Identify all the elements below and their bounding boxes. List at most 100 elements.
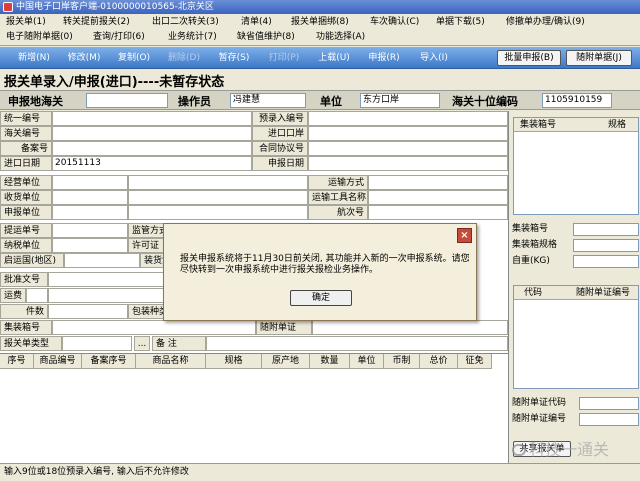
col-commodity-code: 商品编号 — [34, 354, 82, 369]
rp-container-no-input[interactable] — [573, 223, 639, 236]
print-button[interactable]: 打印(P) — [264, 51, 304, 65]
pieces-input[interactable] — [48, 304, 128, 319]
customs-no-input[interactable] — [52, 126, 252, 141]
contract-no-label: 合同协议号 — [252, 141, 308, 156]
menu-bar: 报关单(1) 转关提前报关(2) 出口二次转关(3) 清单(4) 报关单捆绑(8… — [0, 14, 640, 46]
voyage-no-input[interactable] — [368, 205, 508, 220]
unit-field: 东方口岸 — [360, 93, 440, 108]
unified-no-input[interactable] — [52, 111, 252, 126]
import-date-label: 进口日期 — [0, 156, 52, 171]
rp-container-spec-input[interactable] — [573, 239, 639, 252]
upload-button[interactable]: 上载(U) — [314, 51, 354, 65]
declare-button[interactable]: 申报(R) — [364, 51, 404, 65]
remark-label: 备 注 — [152, 336, 206, 351]
window-title: 中国电子口岸客户端-0100000010565-北京关区 — [16, 2, 214, 12]
rp-self-weight-input[interactable] — [573, 255, 639, 268]
attached-doc-input[interactable] — [312, 320, 508, 335]
menu-electronic-docs[interactable]: 电子随附单据(0) — [6, 30, 73, 45]
import-date-input[interactable]: 20151113 — [52, 156, 252, 171]
freight-input[interactable] — [48, 288, 164, 303]
toolbar: 新增(N) 修改(M) 复制(O) 删除(D) 暂存(S) 打印(P) 上载(U… — [0, 47, 640, 69]
menu-query-print[interactable]: 查询/打印(6) — [93, 30, 145, 45]
origin-country-input[interactable] — [64, 253, 140, 268]
rp-doc-code-input[interactable] — [579, 397, 639, 410]
menu-statistics[interactable]: 业务统计(7) — [168, 30, 217, 45]
bill-no-input[interactable] — [52, 223, 128, 238]
operator-field: 冯建慧 — [230, 93, 306, 108]
entry-port-label: 进口口岸 — [252, 126, 308, 141]
col-seq: 序号 — [0, 354, 34, 369]
col-container-spec: 规格 — [574, 118, 638, 132]
taxpayer-unit-label: 纳税单位 — [0, 238, 52, 253]
right-panel: 集装箱号 规格 集装箱号 集装箱规格 自重(KG) 代码 随附单证编号 随附单证… — [508, 111, 640, 481]
consignee-unit-name[interactable] — [128, 190, 308, 205]
taxpayer-unit-input[interactable] — [52, 238, 128, 253]
operating-unit-code[interactable] — [52, 175, 128, 190]
remark-input[interactable] — [206, 336, 508, 351]
menu-list[interactable]: 清单(4) — [241, 15, 272, 30]
batch-declare-button[interactable]: 批量申报(B) — [497, 50, 561, 66]
menu-function-select[interactable]: 功能选择(A) — [316, 30, 365, 45]
delete-button[interactable]: 删除(D) — [164, 51, 204, 65]
menu-vehicle-confirm[interactable]: 车次确认(C) — [370, 15, 419, 30]
declare-date-input[interactable] — [308, 156, 508, 171]
ok-button[interactable]: 确定 — [290, 290, 352, 306]
approval-no-input[interactable] — [48, 272, 164, 287]
operating-unit-name[interactable] — [128, 175, 308, 190]
container-no-input[interactable] — [52, 320, 256, 335]
freight-type[interactable] — [26, 288, 48, 303]
container-list[interactable]: 集装箱号 规格 — [513, 117, 639, 215]
form-type-select[interactable] — [62, 336, 132, 351]
attached-doc-list[interactable]: 代码 随附单证编号 — [513, 285, 639, 389]
rp-doc-no-input[interactable] — [579, 413, 639, 426]
declare-unit-label: 申报单位 — [0, 205, 52, 220]
transport-mode-input[interactable] — [368, 175, 508, 190]
declare-unit-name[interactable] — [128, 205, 308, 220]
rp-doc-no-label: 随附单证编号 — [512, 414, 567, 424]
window-title-bar: 中国电子口岸客户端-0100000010565-北京关区 — [0, 0, 640, 14]
edit-button[interactable]: 修改(M) — [64, 51, 104, 65]
attached-docs-button[interactable]: 随附单据(J) — [566, 50, 632, 66]
col-origin: 原产地 — [262, 354, 310, 369]
menu-bundle[interactable]: 报关单捆绑(8) — [291, 15, 349, 30]
declare-unit-code[interactable] — [52, 205, 128, 220]
col-container-no: 集装箱号 — [514, 118, 574, 132]
menu-transit-advance[interactable]: 转关提前报关(2) — [63, 15, 130, 30]
menu-defaults[interactable]: 缺省值维护(8) — [237, 30, 295, 45]
save-draft-button[interactable]: 暂存(S) — [214, 51, 254, 65]
col-spec: 规格 — [206, 354, 262, 369]
bill-no-label: 提运单号 — [0, 223, 52, 238]
container-no-label: 集装箱号 — [0, 320, 52, 335]
operator-label: 操作员 — [178, 95, 211, 108]
pre-entry-no-label: 预录入编号 — [252, 111, 308, 126]
menu-document-download[interactable]: 单据下载(5) — [436, 15, 485, 30]
code-field: 1105910159 — [542, 93, 612, 108]
col-doc-code: 代码 — [514, 286, 566, 300]
form-type-ellipsis-button[interactable]: ... — [134, 336, 150, 351]
close-icon[interactable]: × — [457, 228, 472, 243]
col-commodity-name: 商品名称 — [136, 354, 206, 369]
record-no-label: 备案号 — [0, 141, 52, 156]
copy-button[interactable]: 复制(O) — [114, 51, 154, 65]
contract-no-input[interactable] — [308, 141, 508, 156]
customs-no-label: 海关编号 — [0, 126, 52, 141]
watermark-text: 科技一通关 — [529, 440, 610, 459]
entry-port-input[interactable] — [308, 126, 508, 141]
approval-no-label: 批准文号 — [0, 272, 48, 287]
vessel-name-label: 运输工具名称 — [308, 190, 368, 205]
menu-revision[interactable]: 修撤单办理/确认(9) — [506, 15, 585, 30]
watermark: 科技一通关 — [512, 436, 609, 460]
pre-entry-no-input[interactable] — [308, 111, 508, 126]
page-title: 报关单录入/申报(进口)----未暂存状态 — [4, 75, 225, 90]
import-button[interactable]: 导入(I) — [414, 51, 454, 65]
new-button[interactable]: 新增(N) — [14, 51, 54, 65]
col-currency: 币制 — [384, 354, 420, 369]
menu-export-second-transit[interactable]: 出口二次转关(3) — [152, 15, 219, 30]
rp-self-weight-label: 自重(KG) — [512, 256, 550, 266]
menu-declaration[interactable]: 报关单(1) — [6, 15, 46, 30]
vessel-name-input[interactable] — [368, 190, 508, 205]
record-no-input[interactable] — [52, 141, 252, 156]
customs-input[interactable] — [86, 93, 168, 108]
customs-label: 申报地海关 — [8, 95, 63, 108]
consignee-unit-code[interactable] — [52, 190, 128, 205]
